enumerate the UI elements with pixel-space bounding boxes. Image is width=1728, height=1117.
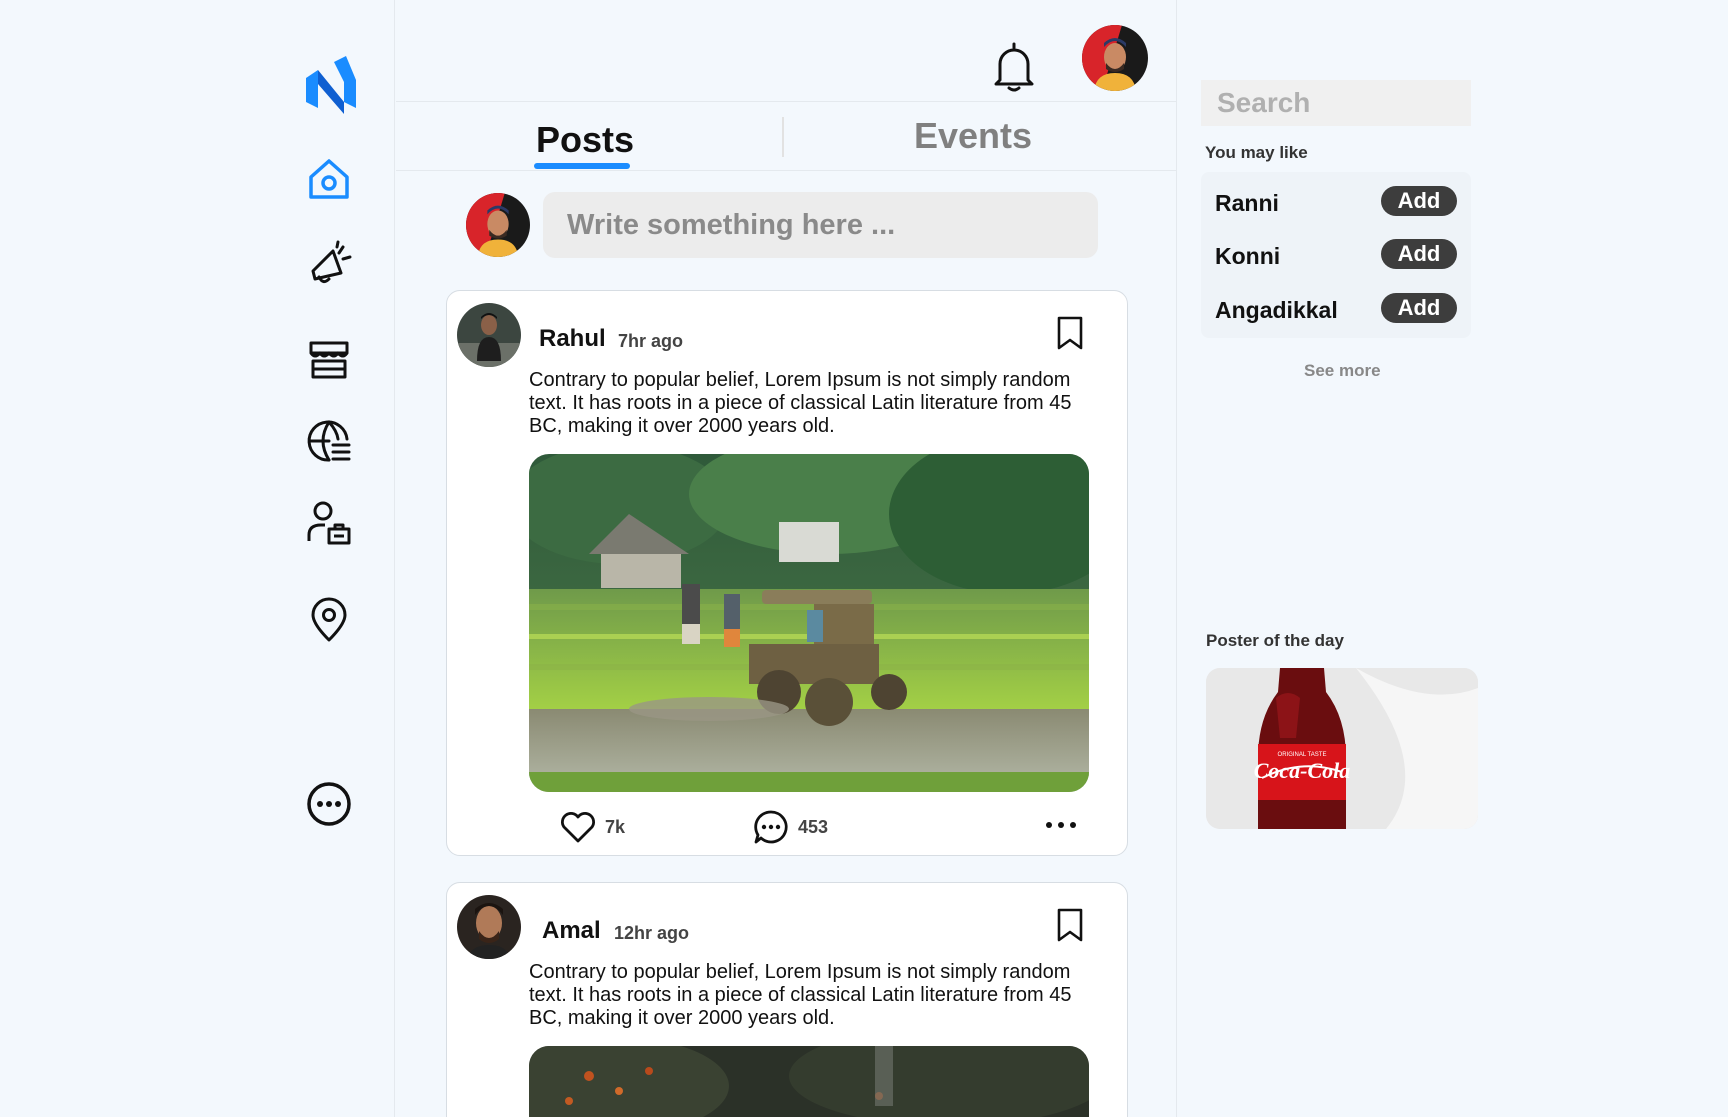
more-options-icon[interactable] bbox=[1043, 817, 1079, 833]
user-avatar[interactable] bbox=[1082, 25, 1148, 91]
list-item: Konni Add bbox=[1215, 239, 1465, 275]
add-button[interactable]: Add bbox=[1381, 239, 1457, 269]
store-icon[interactable] bbox=[300, 330, 358, 388]
tab-posts[interactable]: Posts bbox=[536, 119, 634, 161]
globe-icon[interactable] bbox=[300, 412, 358, 470]
post-timestamp: 12hr ago bbox=[614, 923, 690, 943]
active-tab-indicator bbox=[534, 163, 630, 169]
n-logo-icon[interactable] bbox=[300, 56, 360, 116]
suggestion-name[interactable]: Angadikkal bbox=[1215, 297, 1338, 324]
post-author-avatar[interactable] bbox=[457, 895, 521, 959]
user-badge-icon[interactable] bbox=[300, 494, 358, 552]
home-icon[interactable] bbox=[300, 150, 358, 208]
post-body: Contrary to popular belief, Lorem Ipsum … bbox=[529, 369, 1072, 437]
add-button[interactable]: Add bbox=[1381, 293, 1457, 323]
tab-divider bbox=[782, 117, 784, 157]
comment-button[interactable]: 453 bbox=[752, 808, 828, 846]
post-author-name[interactable]: Amal bbox=[542, 917, 601, 945]
location-pin-icon[interactable] bbox=[300, 591, 358, 649]
list-item: Ranni Add bbox=[1215, 186, 1465, 222]
bell-icon[interactable] bbox=[990, 40, 1038, 92]
feed-tabs: Posts Events bbox=[396, 103, 1177, 171]
top-bar bbox=[396, 0, 1177, 102]
tractor-in-rice-field-photo[interactable] bbox=[529, 454, 1089, 792]
left-sidebar bbox=[0, 0, 395, 1117]
feed-column: Posts Events Rahul 7hr ago bbox=[396, 0, 1177, 1117]
post-body: Contrary to popular belief, Lorem Ipsum … bbox=[529, 961, 1072, 1029]
see-more-link[interactable]: See more bbox=[1304, 361, 1381, 381]
post-author-name[interactable]: Rahul bbox=[539, 325, 606, 353]
post-card: Rahul 7hr ago Contrary to popular belief… bbox=[446, 290, 1128, 856]
search-input[interactable] bbox=[1201, 80, 1471, 126]
svg-text:ORIGINAL TASTE: ORIGINAL TASTE bbox=[1278, 752, 1327, 758]
megaphone-icon[interactable] bbox=[300, 234, 358, 292]
right-panel: You may like Ranni Add Konni Add Angadik… bbox=[1178, 0, 1728, 1117]
bookmark-icon[interactable] bbox=[1055, 907, 1085, 943]
heart-icon bbox=[561, 812, 595, 843]
you-may-like-title: You may like bbox=[1205, 143, 1308, 162]
bookmark-icon[interactable] bbox=[1055, 315, 1085, 351]
post-card: Amal 12hr ago Contrary to popular belief… bbox=[446, 882, 1128, 1117]
composer-input[interactable] bbox=[543, 192, 1098, 258]
post-timestamp: 7hr ago bbox=[618, 331, 684, 351]
suggestion-name[interactable]: Konni bbox=[1215, 243, 1280, 270]
more-circle-icon[interactable] bbox=[300, 775, 358, 833]
tab-events[interactable]: Events bbox=[914, 115, 1032, 157]
post-author-avatar[interactable] bbox=[457, 303, 521, 367]
dark-foliage-photo[interactable] bbox=[529, 1046, 1089, 1117]
coca-cola-bottle-photo[interactable]: Coca-Cola ORIGINAL TASTE bbox=[1206, 668, 1478, 829]
add-button[interactable]: Add bbox=[1381, 186, 1457, 216]
poster-title: Poster of the day bbox=[1206, 631, 1344, 650]
like-count: 7k bbox=[605, 816, 626, 837]
suggestion-name[interactable]: Ranni bbox=[1215, 190, 1279, 217]
comment-count: 453 bbox=[798, 816, 829, 837]
svg-text:Coca-Cola: Coca-Cola bbox=[1254, 758, 1351, 783]
suggestions-list: Ranni Add Konni Add Angadikkal Add bbox=[1201, 172, 1471, 338]
comment-bubble-icon bbox=[754, 810, 788, 844]
list-item: Angadikkal Add bbox=[1215, 293, 1465, 329]
composer-avatar bbox=[466, 193, 530, 257]
like-button[interactable]: 7k bbox=[559, 808, 625, 846]
